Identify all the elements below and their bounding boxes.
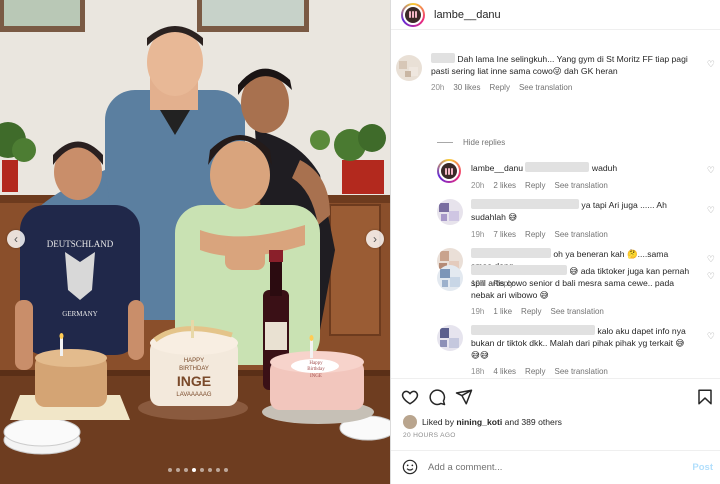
- carousel-prev-button[interactable]: ‹: [7, 230, 25, 248]
- comment-likes[interactable]: 4 likes: [493, 367, 516, 376]
- comment-likes[interactable]: 7 likes: [493, 230, 516, 239]
- share-icon[interactable]: [455, 388, 473, 406]
- comment-time[interactable]: 18h: [471, 367, 484, 376]
- comment-text: Dah lama Ine selingkuh... Yang gym di St…: [431, 53, 693, 77]
- avatar[interactable]: [403, 415, 417, 429]
- comment-body: Dah lama Ine selingkuh... Yang gym di St…: [431, 54, 688, 76]
- cake-mid-line3: INGE: [177, 373, 211, 389]
- comment-time[interactable]: 20h: [431, 83, 444, 92]
- comment-time[interactable]: 20h: [471, 181, 484, 190]
- comment-body: waduh: [591, 163, 618, 173]
- shirt-text-bottom: GERMANY: [62, 310, 97, 318]
- avatar[interactable]: [396, 55, 422, 81]
- avatar[interactable]: [437, 159, 461, 183]
- reply-button[interactable]: Reply: [525, 230, 545, 239]
- carousel-dot: [192, 468, 196, 472]
- redacted-mention: [525, 162, 590, 172]
- carousel-dot: [184, 468, 188, 472]
- carousel-dot: [176, 468, 180, 472]
- see-translation-button[interactable]: See translation: [519, 83, 572, 92]
- hide-replies-button[interactable]: Hide replies: [437, 138, 505, 147]
- post-header: lambe__danu: [391, 0, 720, 30]
- hide-replies-label: Hide replies: [463, 138, 506, 147]
- heart-icon[interactable]: ♡: [707, 59, 715, 70]
- cake-mid-line1: HAPPY: [184, 358, 204, 364]
- carousel-dots: [168, 468, 228, 472]
- reply-button[interactable]: Reply: [521, 307, 541, 316]
- redacted-username: [471, 265, 567, 275]
- divider-line: [437, 142, 453, 143]
- heart-icon[interactable]: ♡: [707, 331, 715, 342]
- redacted-username: [471, 248, 551, 258]
- heart-icon[interactable]: ♡: [707, 271, 715, 282]
- bookmark-icon[interactable]: [696, 388, 714, 406]
- post-side-panel: lambe__danu Dah lama Ine selingkuh... Ya…: [390, 0, 720, 484]
- add-comment-bar: Add a comment... Post: [391, 450, 720, 484]
- comment-icon[interactable]: [428, 388, 446, 406]
- comment-meta: 19h 7 likes Reply See translation: [471, 230, 617, 239]
- comment-likes[interactable]: 2 likes: [493, 181, 516, 190]
- cake-right-line2: Birthday: [307, 367, 325, 372]
- redacted-username: [471, 325, 595, 335]
- carousel-dot: [200, 468, 204, 472]
- chevron-right-icon: ›: [373, 232, 377, 246]
- comment-input[interactable]: Add a comment...: [428, 462, 502, 473]
- carousel-dot: [224, 468, 228, 472]
- see-translation-button[interactable]: See translation: [551, 307, 604, 316]
- chevron-left-icon: ‹: [14, 232, 18, 246]
- redacted-username: [431, 53, 455, 63]
- post-photo[interactable]: DEUTSCHLAND GERMANY HAPPY BIRTHDAY INGE …: [0, 0, 390, 484]
- post-actions-bar: [391, 378, 720, 414]
- comment-time[interactable]: 19h: [471, 230, 484, 239]
- comment-meta: 19h 1 like Reply See translation: [471, 307, 613, 316]
- comment-text: lambe__danu waduh: [471, 162, 691, 174]
- carousel-dot: [168, 468, 172, 472]
- shirt-text-top: DEUTSCHLAND: [47, 239, 114, 249]
- cake-mid-line2: BIRTHDAY: [179, 366, 209, 372]
- comment-likes[interactable]: 1 like: [493, 307, 512, 316]
- comment-text: kalo aku dapet info nya bukan dr tiktok …: [471, 325, 691, 361]
- carousel-dot: [208, 468, 212, 472]
- reply-username[interactable]: lambe__danu: [471, 163, 523, 173]
- avatar[interactable]: [437, 199, 463, 225]
- post-timestamp[interactable]: 20 HOURS AGO: [403, 432, 456, 439]
- likes-prefix: Liked by: [422, 417, 455, 427]
- emoji-icon[interactable]: [402, 459, 418, 475]
- avatar[interactable]: [437, 325, 463, 351]
- reply-button[interactable]: Reply: [489, 83, 509, 92]
- comment-time[interactable]: 19h: [471, 307, 484, 316]
- see-translation-button[interactable]: See translation: [555, 367, 608, 376]
- reply-button[interactable]: Reply: [525, 181, 545, 190]
- reply-button[interactable]: Reply: [525, 367, 545, 376]
- liked-by-user[interactable]: nining_koti: [456, 417, 502, 427]
- cake-right-line3: INGE: [310, 374, 322, 379]
- comment-text: 😅 ada tiktoker juga kan pernah spill art…: [471, 265, 691, 301]
- comment-meta: 20h 2 likes Reply See translation: [471, 181, 617, 190]
- heart-icon[interactable]: ♡: [707, 254, 715, 265]
- redacted-username: [471, 199, 579, 209]
- heart-icon[interactable]: ♡: [707, 165, 715, 176]
- comments-list: Dah lama Ine selingkuh... Yang gym di St…: [391, 31, 720, 377]
- see-translation-button[interactable]: See translation: [555, 230, 608, 239]
- carousel-dot: [216, 468, 220, 472]
- likes-others[interactable]: and 389 others: [505, 417, 562, 427]
- cake-right-line1: Happy: [309, 361, 323, 366]
- heart-icon[interactable]: [401, 388, 419, 406]
- avatar[interactable]: [437, 265, 463, 291]
- post-button[interactable]: Post: [692, 462, 713, 473]
- see-translation-button[interactable]: See translation: [555, 181, 608, 190]
- comment-text: ya tapi Ari juga ...... Ah sudahlah 😅: [471, 199, 691, 223]
- avatar[interactable]: [401, 2, 425, 27]
- comment-meta: 20h 30 likes Reply See translation: [431, 83, 581, 92]
- cake-mid-line4: LAVAAAAAG: [176, 392, 211, 398]
- family-birthday-photo: DEUTSCHLAND GERMANY HAPPY BIRTHDAY INGE …: [0, 0, 390, 484]
- post-author-username[interactable]: lambe__danu: [434, 9, 501, 21]
- carousel-next-button[interactable]: ›: [366, 230, 384, 248]
- heart-icon[interactable]: ♡: [707, 205, 715, 216]
- likes-summary: Liked by nining_koti and 389 others: [403, 415, 562, 429]
- comment-likes[interactable]: 30 likes: [453, 83, 480, 92]
- comment-meta: 18h 4 likes Reply See translation: [471, 367, 617, 376]
